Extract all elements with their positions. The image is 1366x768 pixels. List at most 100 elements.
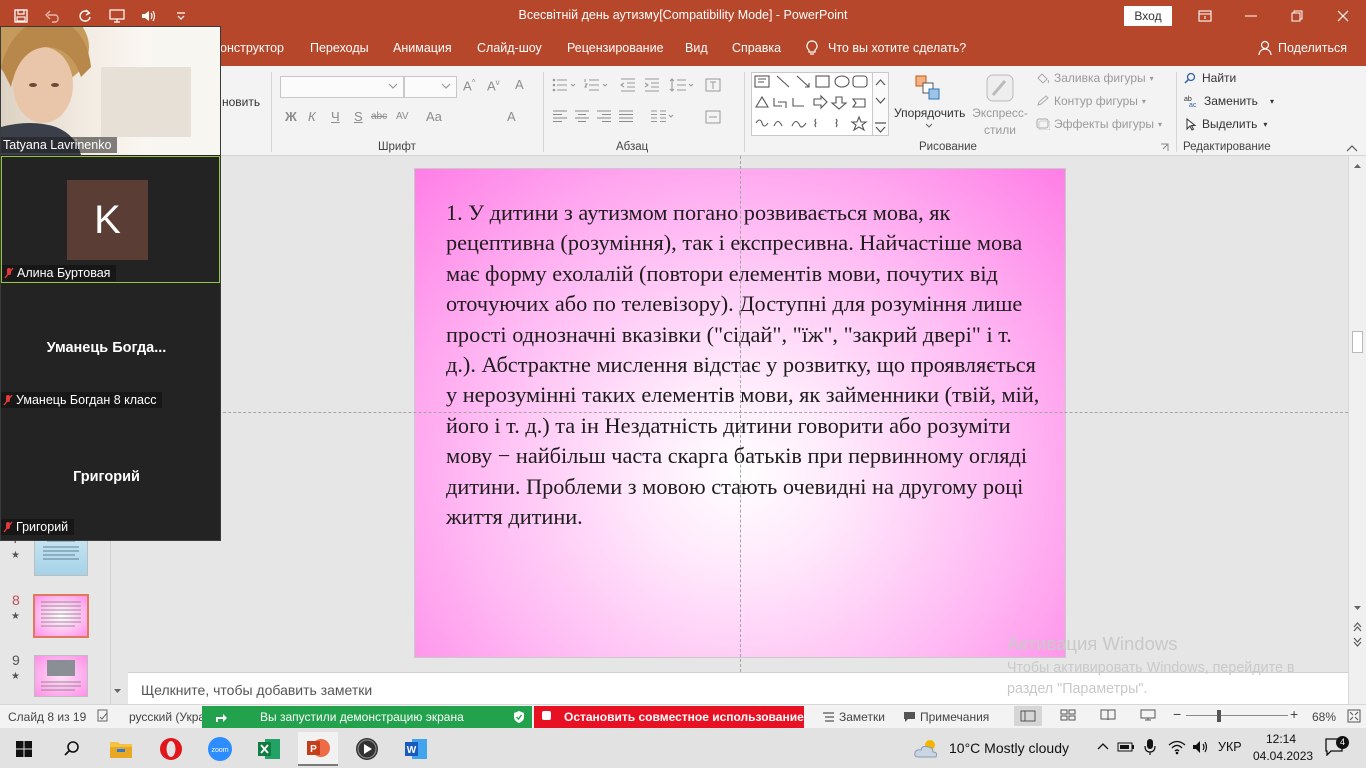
shapes-gallery[interactable] (751, 72, 889, 136)
shape-outline-button[interactable]: Контур фигуры ▾ (1036, 94, 1146, 108)
scroll-down-icon[interactable] (1353, 605, 1362, 612)
align-center-icon[interactable] (574, 110, 590, 122)
zoom-slider-thumb[interactable] (1217, 710, 1221, 722)
vertical-guide[interactable] (740, 156, 741, 672)
windows-start-icon[interactable] (4, 732, 44, 766)
slide-counter[interactable]: Слайд 8 из 19 (8, 710, 86, 724)
tab-view[interactable]: Вид (685, 41, 708, 55)
quick-styles-label[interactable]: Экспресс- стили (972, 106, 1028, 137)
decrease-indent-icon[interactable] (620, 78, 636, 92)
align-right-icon[interactable] (596, 110, 612, 122)
character-spacing-button[interactable]: AV (396, 111, 409, 122)
font-name-dropdown[interactable] (280, 76, 404, 98)
excel-icon[interactable] (249, 732, 289, 766)
zoom-in-button[interactable]: + (1290, 706, 1298, 722)
tell-me-search[interactable]: Что вы хотите сделать? (806, 40, 966, 56)
participant-name-tile[interactable]: Уманець Богда... Уманець Богдан 8 класс (1, 284, 220, 412)
weather-cloud-icon[interactable] (914, 737, 940, 759)
participant-video-tile[interactable]: Tatyana Lavrinenko (1, 27, 220, 155)
scroll-thumb[interactable] (1352, 331, 1363, 353)
minimize-icon[interactable] (1228, 0, 1274, 32)
increase-font-icon[interactable]: A^ (463, 78, 475, 93)
tab-design[interactable]: онструктор (220, 41, 284, 55)
tab-review[interactable]: Рецензирование (567, 41, 664, 55)
slide-body-text[interactable]: 1. У дитини з аутизмом погано розвиваєть… (446, 198, 1046, 532)
replace-button[interactable]: ab ac Заменить ▾ (1184, 94, 1274, 108)
select-button[interactable]: Выделить ▾ (1186, 117, 1267, 131)
stop-sharing-button[interactable]: Остановить совместное использование (534, 706, 804, 728)
collapse-ribbon-icon[interactable] (1346, 144, 1358, 152)
language-indicator[interactable]: русский (Укра (129, 710, 205, 724)
sign-in-button[interactable]: Вход (1124, 6, 1172, 26)
arrange-icon[interactable] (914, 74, 942, 100)
tab-slideshow[interactable]: Слайд-шоу (477, 41, 542, 55)
previous-slide-icon[interactable] (1353, 622, 1362, 632)
powerpoint-icon[interactable]: P (298, 732, 338, 766)
italic-button[interactable]: К (308, 109, 316, 124)
zoom-level[interactable]: 68% (1312, 710, 1336, 724)
tab-transitions[interactable]: Переходы (310, 41, 369, 55)
font-size-dropdown[interactable] (404, 76, 457, 98)
slide-thumbnail-8-selected[interactable] (33, 594, 89, 638)
tab-animation[interactable]: Анимация (393, 41, 452, 55)
zoom-participants-panel[interactable]: Tatyana Lavrinenko K Алина Буртовая Уман… (0, 26, 221, 541)
restore-icon[interactable] (1274, 0, 1320, 32)
zoom-slider-track[interactable] (1186, 715, 1288, 716)
participant-avatar-tile[interactable]: K Алина Буртовая (1, 156, 220, 283)
shape-effects-button[interactable]: Эффекты фигуры ▾ (1036, 117, 1162, 131)
horizontal-guide[interactable] (128, 412, 1348, 413)
microphone-icon[interactable] (1144, 738, 1156, 756)
input-language[interactable]: УКР (1218, 740, 1242, 754)
justify-icon[interactable] (618, 110, 634, 122)
fit-to-window-icon[interactable] (1347, 709, 1361, 723)
numbering-icon[interactable] (584, 78, 610, 92)
opera-icon[interactable] (151, 732, 191, 766)
zoom-out-button[interactable]: − (1173, 706, 1181, 722)
battery-icon[interactable] (1117, 740, 1135, 754)
clock-time[interactable]: 12:14 (1266, 732, 1296, 746)
tray-chevron-up-icon[interactable] (1097, 742, 1109, 750)
strikethrough-button[interactable]: abc (371, 111, 387, 122)
reading-view-button[interactable] (1100, 709, 1116, 721)
line-spacing-icon[interactable] (669, 77, 695, 93)
file-explorer-icon[interactable] (101, 732, 141, 766)
volume-icon[interactable] (1192, 739, 1210, 755)
slide-sorter-view-button[interactable] (1060, 709, 1076, 721)
search-icon[interactable] (52, 732, 92, 766)
clear-formatting-icon[interactable]: A (515, 77, 524, 92)
shapes-gallery-scroll[interactable] (872, 72, 889, 136)
wifi-icon[interactable] (1168, 739, 1186, 755)
increase-indent-icon[interactable] (644, 78, 660, 92)
scroll-up-icon[interactable] (1353, 162, 1362, 169)
arrange-label[interactable]: Упорядочить (894, 106, 965, 120)
media-player-icon[interactable] (347, 732, 387, 766)
slideshow-view-button[interactable] (1140, 709, 1156, 721)
share-button[interactable]: Поделиться (1258, 40, 1347, 56)
shadow-button[interactable]: S (354, 109, 363, 124)
bold-button[interactable]: Ж (285, 109, 297, 124)
weather-text[interactable]: 10°C Mostly cloudy (949, 740, 1069, 756)
quick-styles-icon[interactable] (985, 73, 1015, 103)
bullets-icon[interactable] (552, 78, 578, 92)
find-button[interactable]: Найти (1184, 71, 1236, 85)
comments-toggle-button[interactable]: Примечания (903, 710, 989, 724)
close-icon[interactable] (1320, 0, 1366, 32)
notes-toggle-button[interactable]: Заметки (822, 710, 885, 724)
change-case-button[interactable]: Aa (426, 109, 442, 124)
spellcheck-icon[interactable] (96, 709, 110, 723)
align-left-icon[interactable] (552, 110, 568, 122)
text-direction-icon[interactable] (705, 78, 723, 92)
dialog-launcher-icon[interactable] (1160, 143, 1169, 152)
columns-icon[interactable] (650, 110, 676, 122)
underline-button[interactable]: Ч (331, 109, 340, 124)
tab-help[interactable]: Справка (732, 41, 781, 55)
font-color-button[interactable]: A (507, 109, 516, 124)
slide-thumbnail-9[interactable] (34, 655, 88, 697)
clock-date[interactable]: 04.04.2023 (1253, 749, 1313, 763)
decrease-font-icon[interactable]: Av (487, 78, 500, 93)
zoom-app-icon[interactable]: zoom (200, 732, 240, 766)
next-slide-icon[interactable] (1353, 637, 1362, 647)
participant-name-tile[interactable]: Григорий Григорий (1, 413, 220, 541)
shape-fill-button[interactable]: Заливка фигуры ▾ (1036, 71, 1154, 85)
align-text-icon[interactable] (705, 110, 723, 124)
